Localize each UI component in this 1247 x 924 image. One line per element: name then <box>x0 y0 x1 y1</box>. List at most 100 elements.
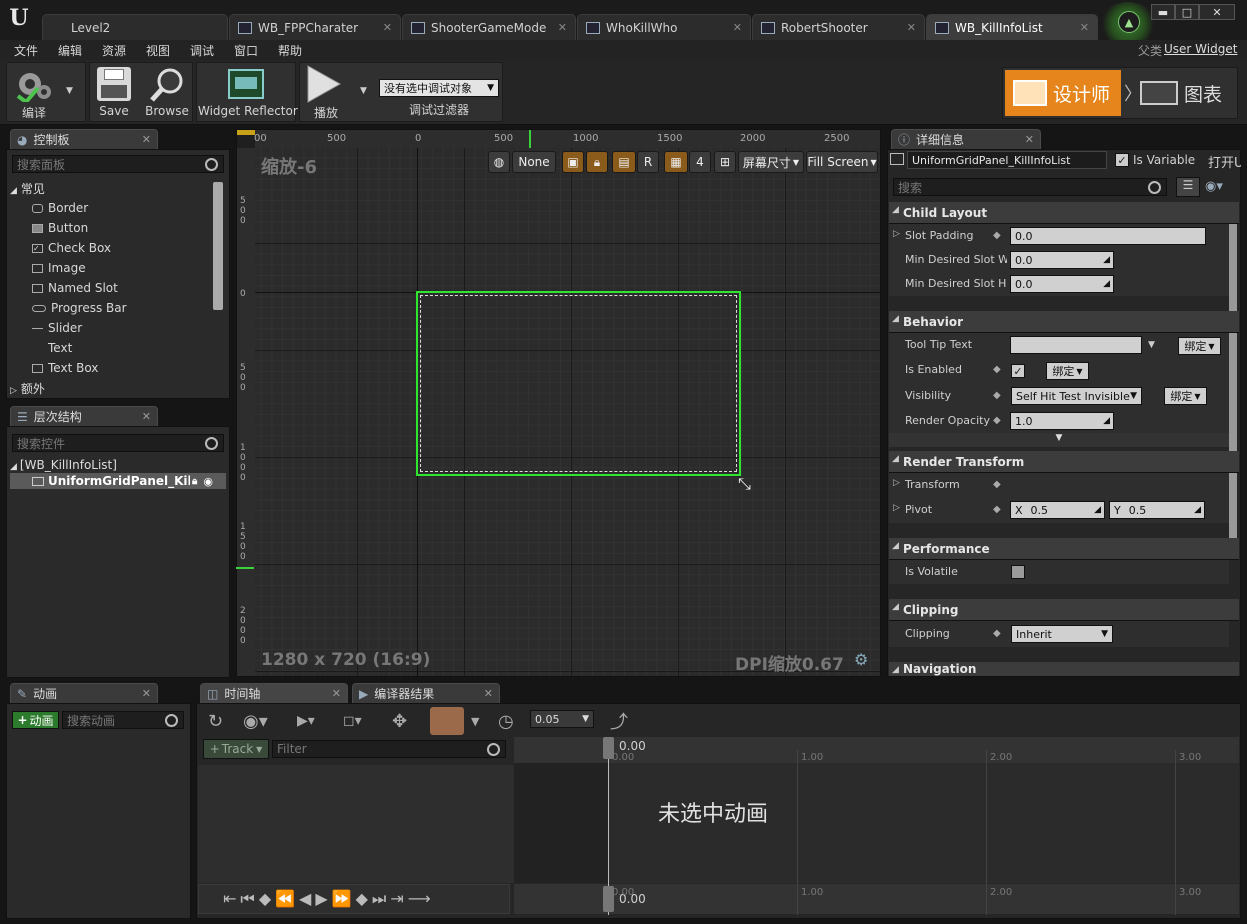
key-color-icon[interactable] <box>430 707 464 735</box>
graph-mode-button[interactable]: 图表 <box>1140 72 1236 114</box>
jump-start-icon[interactable]: ⇤ <box>223 889 240 908</box>
play-reverse-icon[interactable]: ◀ <box>299 889 315 908</box>
selection-box-icon[interactable]: ◻▾ <box>343 708 362 734</box>
compile-gear-icon[interactable] <box>14 66 54 105</box>
tab-wb-fppcharater[interactable]: WB_FPPCharater ✕ <box>229 14 401 40</box>
play-icon[interactable] <box>306 64 342 104</box>
palette-category-common[interactable]: ◢ 常见 <box>10 180 45 197</box>
step-forward-icon[interactable]: ⏩ <box>332 889 356 908</box>
reset-diamond-icon[interactable]: ◆ <box>993 230 1003 241</box>
reset-diamond-icon[interactable]: ◆ <box>993 504 1003 515</box>
min-slot-height-input[interactable]: 0.0 ◢ <box>1010 275 1114 293</box>
screen-size-select[interactable]: 屏幕尺寸 ▼ <box>738 151 804 173</box>
expand-arrow-icon[interactable]: ▷ <box>893 229 900 239</box>
palette-item-progress-bar[interactable]: Progress Bar <box>32 301 127 315</box>
is-enabled-bind-button[interactable]: 绑定 ▼ <box>1046 362 1089 380</box>
palette-item-border[interactable]: Border <box>32 201 88 215</box>
animation-search-input[interactable]: 搜索动画 <box>62 711 184 729</box>
is-volatile-checkbox[interactable] <box>1011 565 1025 579</box>
localization-preview-select[interactable]: None <box>512 151 556 173</box>
expand-arrow-icon[interactable]: ▷ <box>893 478 900 488</box>
zoom-to-fit-icon[interactable]: ⊞ <box>714 151 736 173</box>
maximize-button[interactable]: □ <box>1175 4 1199 20</box>
palette-tab[interactable]: ◕ 控制板 ✕ <box>10 129 158 149</box>
dpi-settings-gear-icon[interactable]: ⚙ <box>854 650 868 669</box>
respect-locks-icon[interactable]: ▣ <box>562 151 584 173</box>
close-tab-icon[interactable]: ✕ <box>383 21 392 34</box>
is-variable-checkbox[interactable]: ✓ <box>1115 153 1129 167</box>
close-icon[interactable]: ✕ <box>142 410 151 423</box>
pivot-x-input[interactable]: X 0.5 ◢ <box>1010 501 1105 519</box>
section-performance[interactable]: Performance <box>889 538 1239 560</box>
animation-tab[interactable]: ✎ 动画 ✕ <box>10 683 158 703</box>
transform-move-icon[interactable]: ✥ <box>392 708 407 734</box>
curve-editor-icon[interactable]: ⤴ <box>610 708 628 734</box>
timeline-tab[interactable]: ◫ 时间轴 ✕ <box>200 683 348 703</box>
close-icon[interactable]: ✕ <box>1025 133 1034 146</box>
add-animation-button[interactable]: + 动画 <box>12 711 59 729</box>
tooltip-input[interactable] <box>1010 336 1142 354</box>
visibility-bind-button[interactable]: 绑定 ▼ <box>1164 387 1207 405</box>
pivot-y-input[interactable]: Y 0.5 ◢ <box>1109 501 1205 519</box>
step-back-icon[interactable]: ⏪ <box>275 889 299 908</box>
hierarchy-root[interactable]: ◢ [WB_KillInfoList] <box>10 458 117 472</box>
section-child-layout[interactable]: Child Layout <box>889 202 1239 224</box>
compiler-results-tab[interactable]: ▶ 编译器结果 ✕ <box>352 683 500 703</box>
visibility-select[interactable]: Self Hit Test Invisible ▼ <box>1011 387 1142 405</box>
palette-scrollbar[interactable] <box>213 182 223 310</box>
close-tab-icon[interactable]: ✕ <box>907 21 916 34</box>
debug-object-select[interactable]: 没有选中调试对象 ▼ <box>379 79 499 97</box>
menu-asset[interactable]: 资源 <box>102 42 126 59</box>
palette-item-button[interactable]: Button <box>32 221 88 235</box>
fill-screen-select[interactable]: Fill Screen ▼ <box>806 151 878 173</box>
section-behavior[interactable]: Behavior <box>889 311 1239 333</box>
details-search-input[interactable]: 搜索 <box>893 178 1167 196</box>
min-slot-width-input[interactable]: 0.0 ◢ <box>1010 251 1114 269</box>
tooltip-options-chevron-icon[interactable]: ▼ <box>1148 340 1155 350</box>
palette-item-text-box[interactable]: Text Box <box>32 361 98 375</box>
tab-wb-killinfolist[interactable]: WB_KillInfoList ✕ <box>926 14 1098 40</box>
reset-diamond-icon[interactable]: ◆ <box>993 479 1003 490</box>
details-scrollbar[interactable] <box>1229 204 1237 560</box>
lock-icon[interactable]: 🔒︎ <box>192 476 197 487</box>
visibility-eye-icon[interactable]: ◉▾ <box>243 708 268 734</box>
palette-item-named-slot[interactable]: Named Slot <box>32 281 118 295</box>
close-tab-icon[interactable]: ✕ <box>733 21 742 34</box>
unreal-logo-icon[interactable]: U <box>6 4 32 32</box>
menu-window[interactable]: 窗口 <box>234 42 258 59</box>
undo-icon[interactable]: ↻ <box>208 708 223 734</box>
tab-shootergamemode[interactable]: ShooterGameMode ✕ <box>402 14 576 40</box>
is-enabled-checkbox[interactable]: ✓ <box>1011 364 1025 378</box>
play-options-chevron-icon[interactable]: ▼ <box>360 86 367 96</box>
render-opacity-input[interactable]: 1.0 ◢ <box>1010 412 1114 430</box>
close-icon[interactable]: ✕ <box>332 687 341 700</box>
tooltip-bind-button[interactable]: 绑定 ▼ <box>1178 337 1221 355</box>
property-matrix-icon[interactable]: ☰ <box>1176 177 1200 197</box>
hierarchy-search-input[interactable]: 搜索控件 <box>12 434 224 452</box>
palette-item-image[interactable]: Image <box>32 261 86 275</box>
next-key-icon[interactable]: ◆ <box>356 889 372 908</box>
visibility-filter-eye-icon[interactable]: ◉▾ <box>1205 179 1223 194</box>
menu-edit[interactable]: 编辑 <box>58 42 82 59</box>
section-clipping[interactable]: Clipping <box>889 599 1239 621</box>
hierarchy-item-uniformgridpanel[interactable]: UniformGridPanel_KillInf🔒︎◉ <box>10 473 226 489</box>
details-tab[interactable]: ⓘ 详细信息 ✕ <box>891 129 1041 149</box>
parent-class-link[interactable]: User Widget <box>1164 42 1237 56</box>
prev-key-icon[interactable]: ◆ <box>259 889 275 908</box>
prev-frame-icon[interactable]: ⏮ <box>240 889 258 908</box>
save-disk-icon[interactable] <box>97 67 131 101</box>
dpi-scale[interactable]: DPI缩放0.67 <box>735 650 844 675</box>
section-render-transform[interactable]: Render Transform <box>889 451 1239 473</box>
tab-robertshooter[interactable]: RobertShooter ✕ <box>752 14 925 40</box>
palette-search-input[interactable]: 搜索面板 <box>12 155 224 173</box>
menu-debug[interactable]: 调试 <box>190 42 214 59</box>
eye-icon[interactable]: ◉ <box>203 475 213 488</box>
reset-diamond-icon[interactable]: ◆ <box>993 390 1003 401</box>
reset-diamond-icon[interactable]: ◆ <box>993 364 1003 375</box>
reset-diamond-icon[interactable]: ◆ <box>993 628 1003 639</box>
palette-item-slider[interactable]: Slider <box>32 321 82 335</box>
designer-mode-button[interactable]: 设计师 <box>1005 70 1121 116</box>
play-icon[interactable]: ▶ <box>315 889 331 908</box>
reset-diamond-icon[interactable]: ◆ <box>993 415 1003 426</box>
resize-handle-icon[interactable]: ⤡ <box>738 474 751 494</box>
